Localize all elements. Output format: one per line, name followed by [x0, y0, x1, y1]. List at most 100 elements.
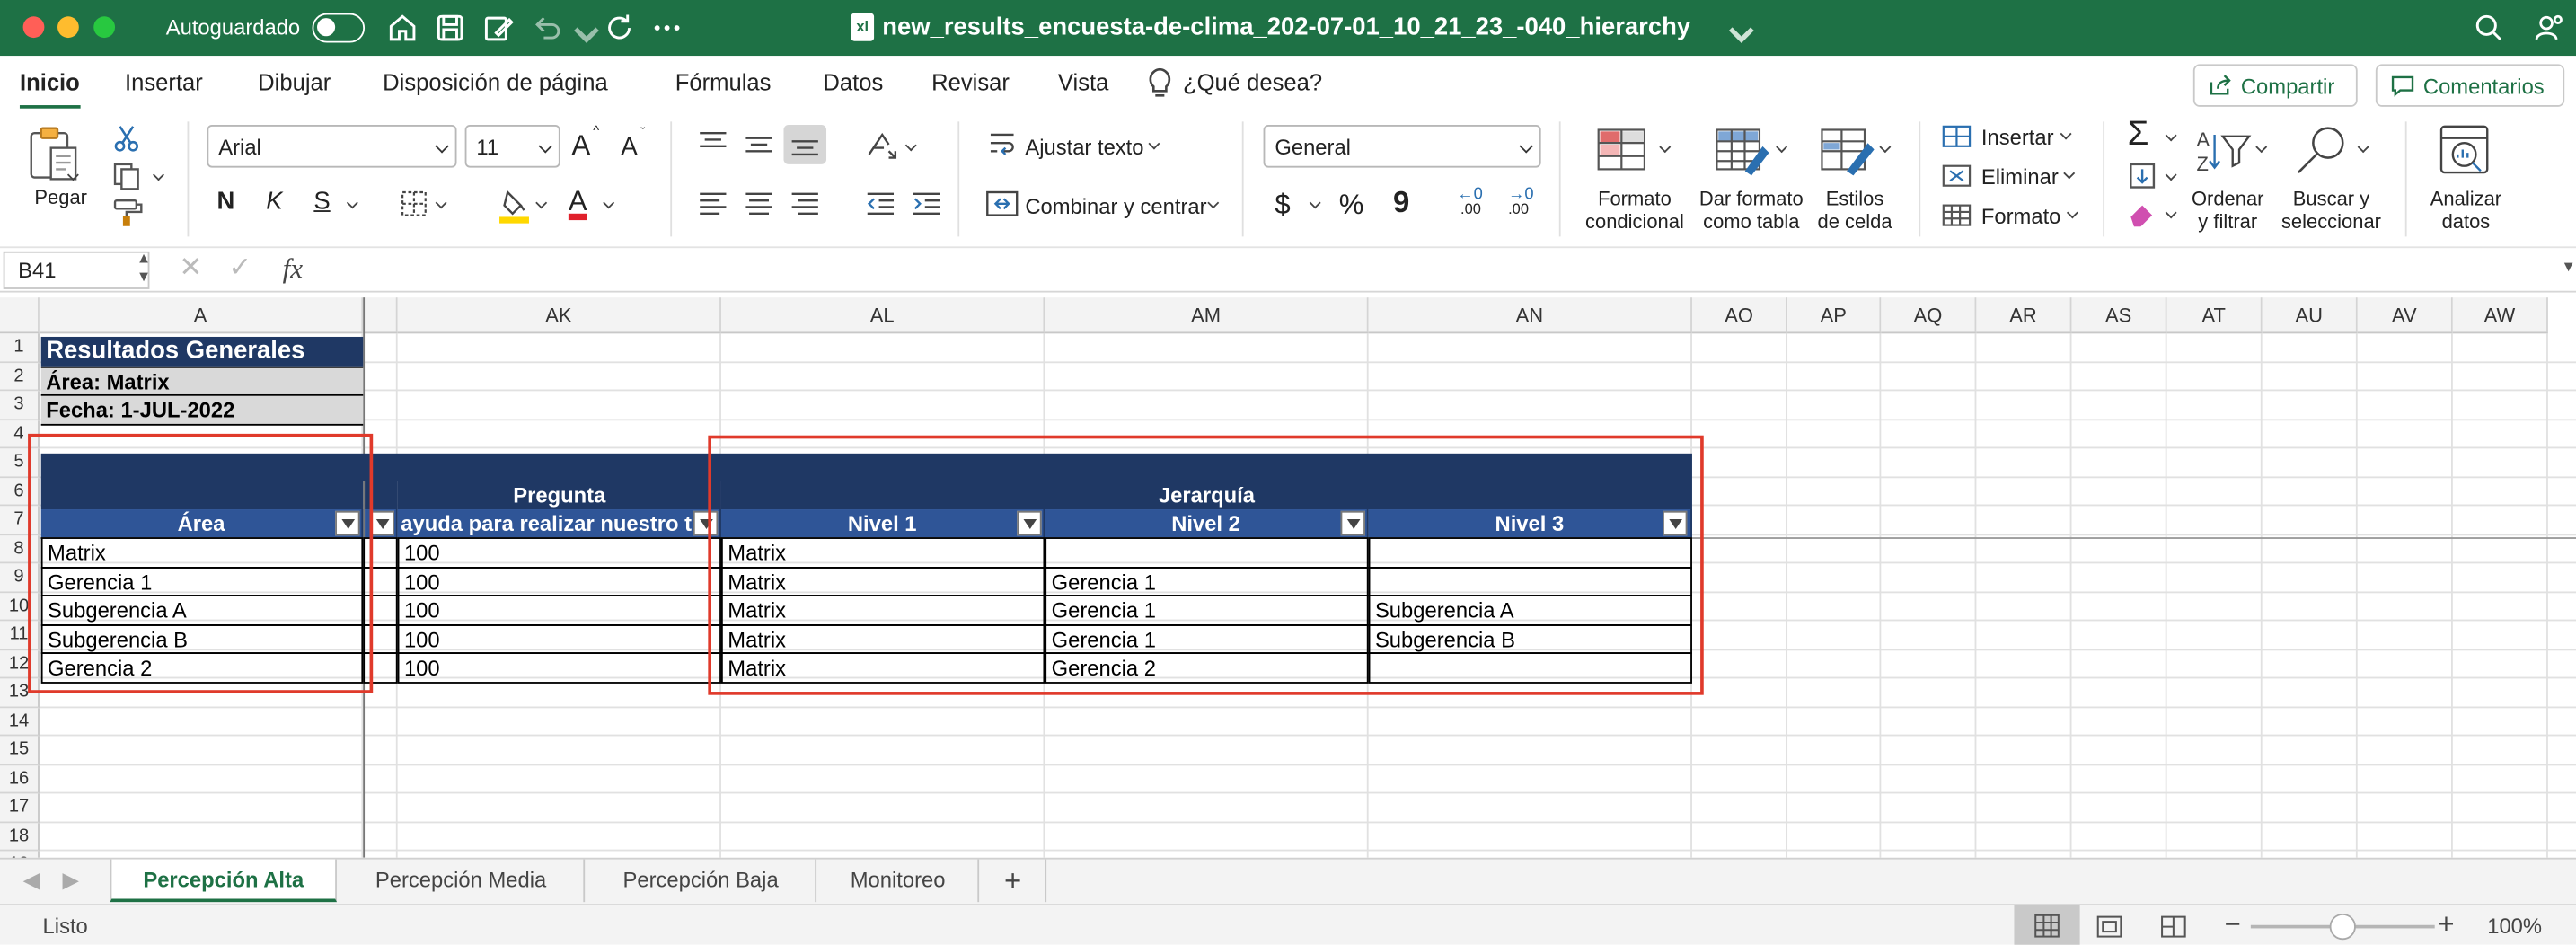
- borders-dropdown-icon[interactable]: [435, 197, 447, 209]
- column-header-aw[interactable]: AW: [2452, 297, 2548, 334]
- underline-button[interactable]: S: [313, 188, 330, 216]
- tab-vista[interactable]: Vista: [1058, 69, 1108, 95]
- row-header-16[interactable]: 16: [0, 764, 40, 794]
- cancel-icon[interactable]: ✕: [179, 252, 202, 285]
- align-left-icon[interactable]: [697, 190, 730, 216]
- row-header-18[interactable]: 18: [0, 822, 40, 852]
- search-icon[interactable]: [2471, 10, 2507, 46]
- column-header-hidden[interactable]: [363, 297, 398, 334]
- conditional-format-label[interactable]: Formato condicional: [1581, 188, 1689, 234]
- copy-dropdown-icon[interactable]: [153, 169, 164, 181]
- column-header-as[interactable]: AS: [2071, 297, 2167, 334]
- row-header-14[interactable]: 14: [0, 707, 40, 737]
- cut-icon[interactable]: [111, 123, 141, 153]
- row-header-19[interactable]: 19: [0, 851, 40, 858]
- find-select-label[interactable]: Buscar y seleccionar: [2277, 188, 2386, 234]
- name-box-up-icon[interactable]: ▲: [137, 250, 151, 266]
- fill-dropdown-icon[interactable]: [2165, 169, 2177, 181]
- merge-center-icon[interactable]: [985, 189, 1019, 218]
- zoom-level[interactable]: 100%: [2487, 914, 2542, 938]
- sort-filter-label[interactable]: Ordenar y filtrar: [2180, 188, 2275, 234]
- table-cell-value[interactable]: 100: [397, 537, 721, 568]
- zoom-slider-thumb[interactable]: [2329, 913, 2356, 941]
- autosum-icon[interactable]: Σ: [2128, 115, 2149, 155]
- share-button[interactable]: Compartir: [2192, 64, 2358, 107]
- column-header-ap[interactable]: AP: [1787, 297, 1882, 334]
- home-icon[interactable]: [384, 10, 420, 46]
- decrease-indent-icon[interactable]: [864, 190, 897, 216]
- fill-icon[interactable]: [2128, 161, 2157, 190]
- page-layout-view-icon[interactable]: [2096, 915, 2122, 939]
- more-icon[interactable]: [648, 10, 684, 46]
- row-header-1[interactable]: 1: [0, 333, 40, 363]
- row-header-3[interactable]: 3: [0, 391, 40, 420]
- enter-icon[interactable]: ✓: [228, 252, 251, 285]
- highlight-icon[interactable]: [498, 188, 531, 224]
- zoom-in-button[interactable]: +: [2438, 908, 2454, 941]
- align-center-icon[interactable]: [743, 190, 776, 216]
- number-format-select[interactable]: General: [1263, 125, 1541, 168]
- tab-dibujar[interactable]: Dibujar: [258, 69, 331, 95]
- zoom-out-button[interactable]: −: [2225, 908, 2241, 941]
- comments-button[interactable]: Comentarios: [2375, 64, 2565, 107]
- insert-dropdown-icon[interactable]: [2060, 128, 2072, 140]
- analyze-data-label[interactable]: Analizar datos: [2422, 188, 2510, 234]
- comma-button[interactable]: 9: [1393, 186, 1409, 220]
- undo-dropdown-icon[interactable]: [569, 18, 599, 43]
- table-cell-value[interactable]: 100: [397, 566, 721, 596]
- add-sheet-button[interactable]: +: [981, 859, 1047, 903]
- normal-view-icon[interactable]: [2014, 905, 2080, 945]
- analyze-data-icon[interactable]: [2438, 121, 2493, 177]
- date-line[interactable]: Fecha: 1-JUL-2022: [40, 395, 364, 426]
- column-header-am[interactable]: AM: [1045, 297, 1369, 334]
- grow-font-button[interactable]: A: [572, 129, 591, 163]
- maximize-window-button[interactable]: [93, 16, 116, 39]
- align-bottom-icon[interactable]: [783, 125, 827, 164]
- close-window-button[interactable]: [22, 16, 45, 39]
- table-cell-value[interactable]: 100: [397, 623, 721, 654]
- col-header-question[interactable]: ayuda para realizar nuestro t: [397, 509, 721, 538]
- sheet-tab-monitoreo[interactable]: Monitoreo: [818, 859, 980, 903]
- sheet-tab-percepcion-alta[interactable]: Percepción Alta: [110, 859, 337, 903]
- shrink-font-button[interactable]: A: [621, 133, 637, 161]
- table-cell-value[interactable]: 100: [397, 652, 721, 683]
- save-icon[interactable]: [432, 10, 468, 46]
- tab-datos[interactable]: Datos: [823, 69, 883, 95]
- next-sheet-icon[interactable]: ▶: [53, 860, 89, 903]
- italic-button[interactable]: K: [266, 188, 282, 216]
- select-all-corner[interactable]: [0, 297, 40, 334]
- tab-disposicion[interactable]: Disposición de página: [383, 69, 608, 95]
- spreadsheet-grid[interactable]: A AK AL AM AN AO AP AQ AR AS AT AU AV AW 1 2 3 4 5 6 7 8 9 10 1…: [0, 297, 2576, 858]
- find-select-dropdown-icon[interactable]: [2357, 141, 2369, 154]
- column-header-a[interactable]: A: [39, 297, 364, 334]
- wrap-text-label[interactable]: Ajustar texto: [1025, 135, 1143, 159]
- currency-dropdown-icon[interactable]: [1309, 197, 1321, 209]
- column-header-au[interactable]: AU: [2262, 297, 2358, 334]
- format-cells-label[interactable]: Formato: [1981, 204, 2061, 228]
- merge-center-label[interactable]: Combinar y centrar: [1025, 194, 1206, 218]
- autosum-dropdown-icon[interactable]: [2165, 129, 2177, 142]
- percent-button[interactable]: %: [1339, 189, 1364, 222]
- font-color-dropdown-icon[interactable]: [603, 197, 615, 209]
- column-header-an[interactable]: AN: [1368, 297, 1692, 334]
- sort-filter-dropdown-icon[interactable]: [2255, 141, 2268, 154]
- align-middle-icon[interactable]: [743, 131, 776, 157]
- orientation-icon[interactable]: [864, 128, 900, 162]
- delete-cells-icon[interactable]: [1942, 163, 1972, 189]
- edit-icon[interactable]: [480, 10, 516, 46]
- copy-icon[interactable]: [111, 161, 141, 190]
- redo-icon[interactable]: [601, 10, 637, 46]
- prev-sheet-icon[interactable]: ◀: [13, 860, 49, 903]
- underline-dropdown-icon[interactable]: [346, 197, 358, 209]
- sort-filter-icon[interactable]: AZ: [2195, 125, 2254, 178]
- format-painter-icon[interactable]: [111, 197, 145, 226]
- delete-cells-label[interactable]: Eliminar: [1981, 164, 2059, 189]
- formula-expand-icon[interactable]: ▼: [2562, 258, 2576, 274]
- orientation-dropdown-icon[interactable]: [904, 139, 917, 152]
- sheet-tab-percepcion-media[interactable]: Percepción Media: [339, 859, 586, 903]
- insert-function-button[interactable]: fx: [283, 253, 303, 287]
- cell-styles-label[interactable]: Estilos de celda: [1811, 188, 1900, 234]
- area-line[interactable]: Área: Matrix: [40, 366, 364, 396]
- cell-styles-dropdown-icon[interactable]: [1879, 141, 1892, 154]
- wrap-text-dropdown-icon[interactable]: [1148, 137, 1160, 150]
